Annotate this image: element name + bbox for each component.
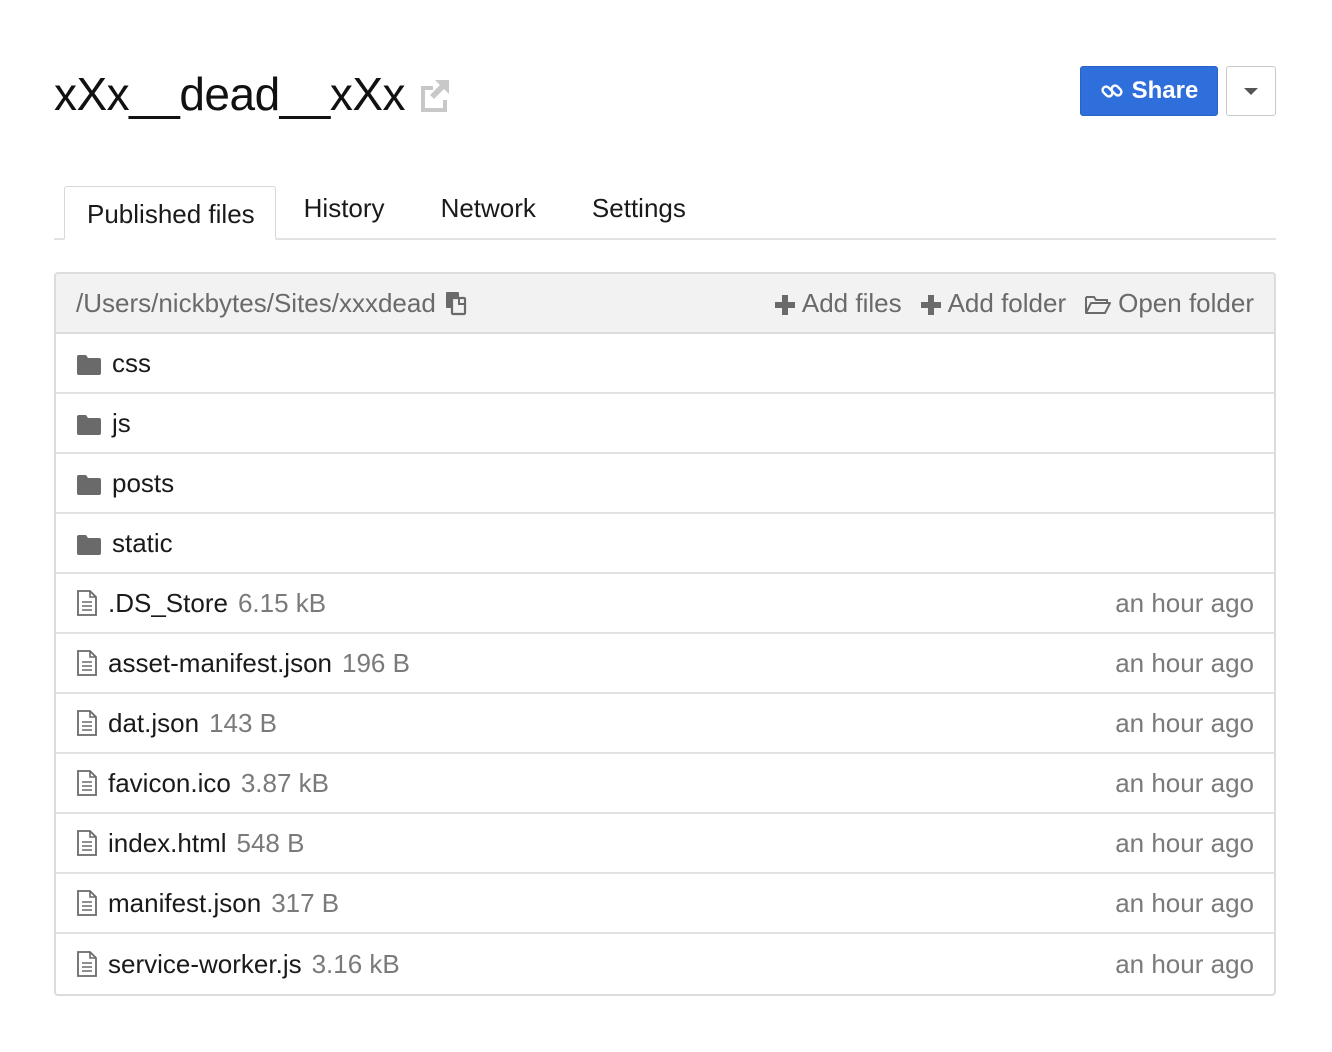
- tab-history[interactable]: History: [276, 188, 413, 238]
- file-row[interactable]: dat.json 143 B an hour ago: [56, 694, 1274, 754]
- file-row[interactable]: index.html 548 B an hour ago: [56, 814, 1274, 874]
- file-name: dat.json: [108, 707, 200, 738]
- file-size: 3.16 kB: [311, 948, 400, 979]
- folder-row[interactable]: posts: [56, 454, 1274, 514]
- file-modified: an hour ago: [1115, 827, 1254, 858]
- plus-icon: [920, 292, 942, 315]
- folder-path-text: /Users/nickbytes/Sites/xxxdead: [76, 287, 436, 318]
- share-options-dropdown[interactable]: [1226, 66, 1276, 116]
- file-row[interactable]: service-worker.js 3.16 kB an hour ago: [56, 934, 1274, 994]
- file-row[interactable]: asset-manifest.json 196 B an hour ago: [56, 634, 1274, 694]
- share-group: Share: [1080, 66, 1276, 116]
- add-folder-button[interactable]: Add folder: [920, 287, 1067, 319]
- files-panel: /Users/nickbytes/Sites/xxxdead Add files: [54, 272, 1276, 996]
- file-modified: an hour ago: [1115, 647, 1254, 678]
- tab-network[interactable]: Network: [413, 188, 564, 238]
- copy-icon[interactable]: [444, 290, 468, 316]
- file-name: .DS_Store: [108, 587, 228, 618]
- folder-open-icon: [1084, 292, 1112, 314]
- plus-icon: [774, 292, 796, 315]
- open-folder-button[interactable]: Open folder: [1084, 288, 1254, 319]
- files-panel-header: /Users/nickbytes/Sites/xxxdead Add files: [56, 274, 1274, 334]
- page-title: xXx__dead__xXx: [54, 68, 406, 120]
- file-name: service-worker.js: [108, 948, 302, 979]
- file-modified: an hour ago: [1115, 707, 1254, 738]
- file-size: 196 B: [341, 647, 410, 678]
- open-folder-label: Open folder: [1118, 287, 1254, 318]
- file-modified: an hour ago: [1115, 767, 1254, 798]
- folder-name: posts: [112, 467, 175, 498]
- title-group: xXx__dead__xXx: [54, 66, 455, 122]
- file-icon: [76, 709, 98, 737]
- file-modified: an hour ago: [1115, 948, 1254, 979]
- folder-row[interactable]: js: [56, 394, 1274, 454]
- file-name: asset-manifest.json: [108, 647, 332, 678]
- add-files-label: Add files: [801, 287, 902, 318]
- file-row[interactable]: manifest.json 317 B an hour ago: [56, 874, 1274, 934]
- tab-published-files[interactable]: Published files: [64, 186, 276, 240]
- share-label: Share: [1131, 77, 1199, 104]
- share-button[interactable]: Share: [1080, 66, 1218, 116]
- folder-row[interactable]: static: [56, 514, 1274, 574]
- file-modified: an hour ago: [1115, 587, 1254, 618]
- folder-name: static: [112, 527, 173, 558]
- file-size: 3.87 kB: [240, 767, 330, 798]
- file-name: index.html: [108, 827, 227, 858]
- file-name: manifest.json: [108, 887, 262, 918]
- tab-settings[interactable]: Settings: [564, 188, 714, 238]
- file-size: 548 B: [236, 827, 305, 858]
- folder-row[interactable]: css: [56, 334, 1274, 394]
- folder-icon: [76, 532, 102, 555]
- file-name: favicon.ico: [108, 767, 231, 798]
- tab-bar: Published files History Network Settings: [54, 186, 1276, 240]
- panel-actions: Add files Add folder Open folder: [774, 288, 1254, 319]
- folder-name: js: [112, 407, 131, 438]
- file-size: 317 B: [271, 887, 340, 918]
- folder-icon: [76, 412, 102, 435]
- file-icon: [76, 889, 98, 917]
- chevron-down-icon: [1244, 87, 1258, 95]
- file-row[interactable]: .DS_Store 6.15 kB an hour ago: [56, 574, 1274, 634]
- add-folder-label: Add folder: [947, 287, 1067, 318]
- folder-icon: [76, 352, 102, 375]
- folder-name: css: [112, 347, 151, 378]
- external-link-icon[interactable]: [415, 74, 455, 114]
- file-size: 6.15 kB: [237, 587, 327, 618]
- file-icon: [76, 589, 98, 617]
- file-row[interactable]: favicon.ico 3.87 kB an hour ago: [56, 754, 1274, 814]
- file-icon: [76, 829, 98, 857]
- folder-icon: [76, 472, 102, 495]
- file-icon: [76, 649, 98, 677]
- file-modified: an hour ago: [1115, 887, 1254, 918]
- page-header: xXx__dead__xXx Share: [54, 66, 1276, 122]
- folder-path: /Users/nickbytes/Sites/xxxdead: [76, 288, 468, 319]
- file-icon: [76, 950, 98, 978]
- file-size: 143 B: [209, 707, 278, 738]
- add-files-button[interactable]: Add files: [774, 288, 902, 319]
- link-icon: [1100, 79, 1124, 103]
- file-icon: [76, 769, 98, 797]
